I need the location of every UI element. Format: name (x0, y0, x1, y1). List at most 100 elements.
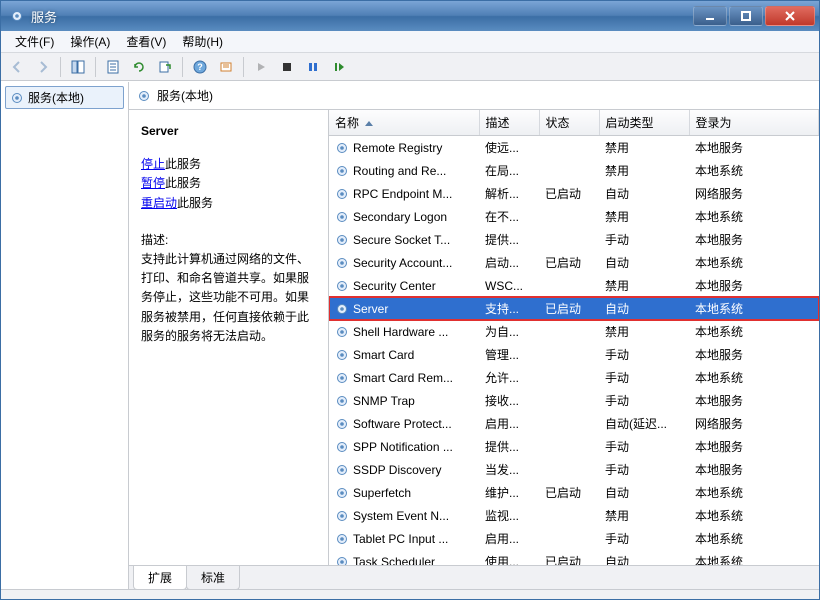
start-service-button[interactable] (249, 56, 273, 78)
gear-icon (335, 371, 349, 385)
col-desc[interactable]: 描述 (479, 110, 539, 136)
properties-button[interactable] (101, 56, 125, 78)
col-startup[interactable]: 启动类型 (599, 110, 689, 136)
service-startup: 自动 (599, 297, 689, 320)
service-logon: 本地系统 (689, 527, 819, 550)
forward-button[interactable] (31, 56, 55, 78)
stop-service-button[interactable] (275, 56, 299, 78)
service-row[interactable]: Tablet PC Input ...启用...手动本地系统 (329, 527, 819, 550)
service-status (539, 527, 599, 550)
gear-icon (335, 164, 349, 178)
service-row[interactable]: Shell Hardware ...为自...禁用本地系统 (329, 320, 819, 343)
service-row[interactable]: Routing and Re...在局...禁用本地系统 (329, 159, 819, 182)
service-desc: 监视... (479, 504, 539, 527)
nav-root-services[interactable]: 服务(本地) (5, 86, 124, 109)
gear-icon (335, 302, 349, 316)
gear-icon (335, 348, 349, 362)
restart-link[interactable]: 重启动 (141, 196, 177, 210)
service-startup: 手动 (599, 228, 689, 251)
service-status (539, 343, 599, 366)
service-row[interactable]: Superfetch维护...已启动自动本地系统 (329, 481, 819, 504)
menu-file[interactable]: 文件(F) (7, 31, 62, 52)
service-logon: 本地服务 (689, 136, 819, 160)
service-row[interactable]: Server支持...已启动自动本地系统 (329, 297, 819, 320)
service-row[interactable]: Smart Card管理...手动本地服务 (329, 343, 819, 366)
pause-service-button[interactable] (301, 56, 325, 78)
menu-view[interactable]: 查看(V) (118, 31, 174, 52)
service-desc: 管理... (479, 343, 539, 366)
gear-icon (335, 233, 349, 247)
service-logon: 本地系统 (689, 481, 819, 504)
service-name: Shell Hardware ... (353, 325, 448, 339)
service-name: Secondary Logon (353, 210, 447, 224)
tab-standard[interactable]: 标准 (186, 566, 240, 590)
service-row[interactable]: SNMP Trap接收...手动本地服务 (329, 389, 819, 412)
service-logon: 本地系统 (689, 550, 819, 565)
back-button[interactable] (5, 56, 29, 78)
gear-icon (335, 440, 349, 454)
service-desc: 允许... (479, 366, 539, 389)
service-name: Remote Registry (353, 141, 442, 155)
col-name[interactable]: 名称 (329, 110, 479, 136)
gear-icon (335, 417, 349, 431)
titlebar[interactable]: 服务 (1, 1, 819, 31)
gear-icon (335, 279, 349, 293)
service-desc: WSC... (479, 274, 539, 297)
service-status: 已启动 (539, 182, 599, 205)
separator (243, 57, 244, 77)
service-name: Routing and Re... (353, 164, 446, 178)
menu-action[interactable]: 操作(A) (62, 31, 118, 52)
service-row[interactable]: Security CenterWSC...禁用本地服务 (329, 274, 819, 297)
tab-extended[interactable]: 扩展 (133, 566, 187, 590)
service-startup: 自动 (599, 550, 689, 565)
service-name: System Event N... (353, 509, 449, 523)
service-row[interactable]: SSDP Discovery当发...手动本地服务 (329, 458, 819, 481)
service-name: Smart Card Rem... (353, 371, 453, 385)
service-list[interactable]: 名称 描述 状态 启动类型 登录为 Remote Registry使远...禁用… (329, 110, 819, 565)
toolbar: ? (1, 53, 819, 81)
restart-service-button[interactable] (327, 56, 351, 78)
service-row[interactable]: SPP Notification ...提供...手动本地服务 (329, 435, 819, 458)
service-desc: 解析... (479, 182, 539, 205)
col-logon[interactable]: 登录为 (689, 110, 819, 136)
service-name: Tablet PC Input ... (353, 532, 448, 546)
window: 服务 文件(F) 操作(A) 查看(V) 帮助(H) (0, 0, 820, 600)
stop-link[interactable]: 停止 (141, 157, 165, 171)
service-row[interactable]: RPC Endpoint M...解析...已启动自动网络服务 (329, 182, 819, 205)
pause-link[interactable]: 暂停 (141, 176, 165, 190)
service-row[interactable]: Security Account...启动...已启动自动本地系统 (329, 251, 819, 274)
gear-icon (335, 141, 349, 155)
export-button[interactable] (153, 56, 177, 78)
service-logon: 本地系统 (689, 251, 819, 274)
refresh-button[interactable] (127, 56, 151, 78)
service-startup: 手动 (599, 527, 689, 550)
maximize-button[interactable] (729, 6, 763, 26)
service-desc: 接收... (479, 389, 539, 412)
service-logon: 本地服务 (689, 228, 819, 251)
service-row[interactable]: Secure Socket T...提供...手动本地服务 (329, 228, 819, 251)
help-button[interactable]: ? (188, 56, 212, 78)
service-name: Secure Socket T... (353, 233, 450, 247)
svg-text:?: ? (197, 62, 203, 72)
toolbar-extra-button[interactable] (214, 56, 238, 78)
service-row[interactable]: Secondary Logon在不...禁用本地系统 (329, 205, 819, 228)
service-desc: 在局... (479, 159, 539, 182)
service-logon: 本地系统 (689, 504, 819, 527)
gear-icon (137, 89, 151, 103)
show-hide-tree-button[interactable] (66, 56, 90, 78)
gear-icon (10, 91, 24, 105)
service-row[interactable]: Remote Registry使远...禁用本地服务 (329, 136, 819, 160)
service-logon: 本地服务 (689, 343, 819, 366)
col-status[interactable]: 状态 (539, 110, 599, 136)
service-status (539, 389, 599, 412)
minimize-button[interactable] (693, 6, 727, 26)
service-name: Task Scheduler (353, 555, 435, 566)
service-row[interactable]: Software Protect...启用...自动(延迟...网络服务 (329, 412, 819, 435)
service-name: Software Protect... (353, 417, 452, 431)
gear-icon (335, 486, 349, 500)
menu-help[interactable]: 帮助(H) (174, 31, 231, 52)
service-row[interactable]: Task Scheduler使用...已启动自动本地系统 (329, 550, 819, 565)
close-button[interactable] (765, 6, 815, 26)
service-row[interactable]: System Event N...监视...禁用本地系统 (329, 504, 819, 527)
service-row[interactable]: Smart Card Rem...允许...手动本地系统 (329, 366, 819, 389)
